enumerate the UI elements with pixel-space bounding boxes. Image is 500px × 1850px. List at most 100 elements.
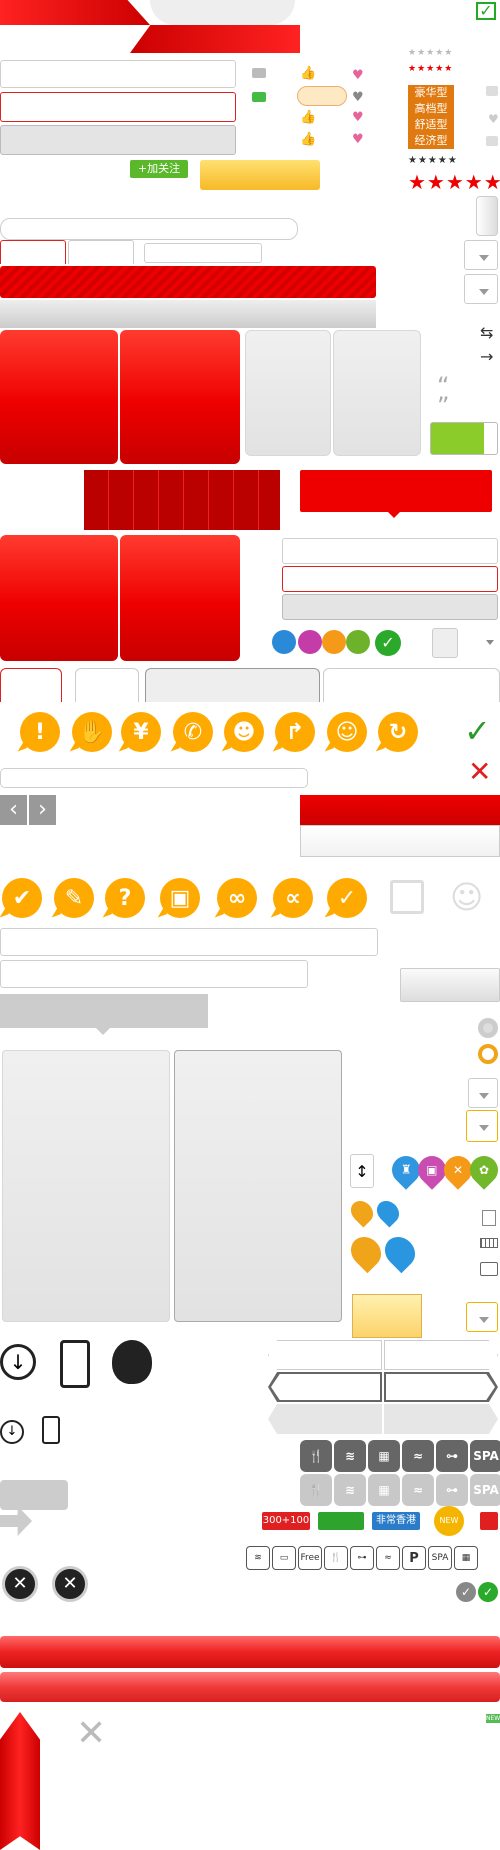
- heart-pink-icon-3[interactable]: ♥: [352, 132, 364, 147]
- download-icon-large[interactable]: ↓: [0, 1344, 36, 1380]
- thumb-up-orange-icon[interactable]: 👍: [300, 110, 316, 125]
- dropdown-4[interactable]: [466, 1110, 498, 1142]
- gray-panel-2[interactable]: [174, 1050, 342, 1322]
- check-green-icon[interactable]: ✓: [464, 712, 491, 750]
- arrow-right-gray-icon[interactable]: [0, 1506, 32, 1536]
- gift-icon[interactable]: [390, 880, 424, 914]
- checkbox-checked-icon[interactable]: ✓: [476, 2, 496, 20]
- wifi-icon[interactable]: ≋: [334, 1440, 366, 1472]
- ruler-icon[interactable]: [480, 1238, 498, 1248]
- comment-light-icon[interactable]: [486, 136, 498, 146]
- gym-outline-icon[interactable]: ⊶: [350, 1546, 374, 1570]
- heart-pink-icon[interactable]: ♥: [352, 68, 364, 83]
- red-tile-3[interactable]: [0, 535, 118, 661]
- text-input-error-2[interactable]: [282, 566, 498, 592]
- radio-gray[interactable]: [478, 1018, 498, 1038]
- meeting-icon[interactable]: ▦: [368, 1440, 400, 1472]
- arrow-right-icon[interactable]: →: [480, 347, 493, 366]
- gym-icon-light[interactable]: ⊶: [436, 1474, 468, 1506]
- hotel-type-economy[interactable]: 经济型: [408, 133, 454, 149]
- red-tile-1[interactable]: [0, 330, 118, 464]
- scrollbar-handle[interactable]: [476, 196, 498, 236]
- sort-button[interactable]: ↕: [350, 1154, 374, 1188]
- search-input-rounded[interactable]: [0, 218, 298, 240]
- spa-outline-icon[interactable]: SPA: [428, 1546, 452, 1570]
- check-orange-icon[interactable]: ✓: [327, 878, 367, 918]
- pin-orange-small[interactable]: [346, 1196, 378, 1228]
- dropdown-2[interactable]: [464, 274, 498, 304]
- phone-device-icon[interactable]: [60, 1340, 90, 1388]
- edit-icon[interactable]: ✎: [54, 878, 94, 918]
- text-input-4[interactable]: [0, 928, 378, 956]
- tab-white[interactable]: [75, 668, 139, 702]
- station-icon[interactable]: [272, 630, 296, 654]
- hex-tab-6[interactable]: [384, 1404, 498, 1434]
- hex-tab-1[interactable]: [268, 1340, 382, 1370]
- phone-icon[interactable]: ✆: [173, 712, 213, 752]
- unlink-icon[interactable]: ∝: [273, 878, 313, 918]
- wifi-icon-light[interactable]: ≋: [334, 1474, 366, 1506]
- sofa-icon[interactable]: ▣: [160, 878, 200, 918]
- tab-red-active[interactable]: [0, 668, 62, 702]
- tab-plain[interactable]: [323, 668, 500, 702]
- pin-flower[interactable]: ✿: [464, 1150, 500, 1190]
- text-input[interactable]: [0, 60, 236, 88]
- add-user-icon[interactable]: ☺: [450, 880, 494, 914]
- text-input-small[interactable]: [144, 243, 262, 263]
- pool-outline-icon[interactable]: ≈: [376, 1546, 400, 1570]
- download-icon-small[interactable]: ↓: [0, 1420, 24, 1444]
- dropdown-3[interactable]: [468, 1078, 498, 1108]
- parking-outline-icon[interactable]: P: [402, 1546, 426, 1570]
- pin-blue-small[interactable]: [372, 1196, 404, 1228]
- spa-icon-light[interactable]: SPA: [470, 1474, 500, 1506]
- pool-icon-light[interactable]: ≈: [402, 1474, 434, 1506]
- text-input-3[interactable]: [0, 768, 308, 788]
- hotel-type-comfort[interactable]: 舒适型: [408, 117, 454, 133]
- add-doc-icon[interactable]: [482, 1210, 496, 1226]
- pool-icon[interactable]: ≈: [402, 1440, 434, 1472]
- red-tile-2[interactable]: [120, 330, 240, 464]
- group-icon[interactable]: ☺: [327, 712, 367, 752]
- comment-green-icon[interactable]: [252, 92, 266, 102]
- check-circle-icon[interactable]: ✓: [375, 630, 401, 656]
- bear-icon[interactable]: ☻: [224, 712, 264, 752]
- comment-gray-icon[interactable]: [486, 86, 498, 96]
- hex-tab-2[interactable]: [384, 1340, 498, 1370]
- hex-tab-5[interactable]: [268, 1404, 382, 1434]
- gift-red-icon[interactable]: [480, 1512, 498, 1530]
- restaurant-outline-icon[interactable]: 🍴: [324, 1546, 348, 1570]
- tab-active[interactable]: [0, 240, 66, 264]
- cross-red-icon[interactable]: ✕: [468, 755, 491, 788]
- gray-tile-1[interactable]: [245, 330, 331, 456]
- handshake-icon[interactable]: ✋: [72, 712, 112, 752]
- check-green-circle-icon[interactable]: ✓: [478, 1582, 498, 1602]
- hotel-type-upscale[interactable]: 高档型: [408, 101, 454, 117]
- direction-icon[interactable]: ↱: [275, 712, 315, 752]
- hotel-type-luxury[interactable]: 豪华型: [408, 85, 454, 101]
- print-icon[interactable]: [480, 1262, 498, 1276]
- red-tile-4[interactable]: [120, 535, 240, 661]
- restaurant-icon[interactable]: 🍴: [300, 1440, 332, 1472]
- heart-gray-icon[interactable]: ♥: [352, 90, 364, 105]
- tab-inactive[interactable]: [68, 240, 134, 264]
- tab-gray[interactable]: [145, 668, 320, 702]
- pin-blue-large[interactable]: [378, 1230, 422, 1274]
- yellow-button[interactable]: [200, 160, 320, 190]
- pin-orange-large[interactable]: [344, 1230, 388, 1274]
- spa-icon[interactable]: SPA: [470, 1440, 500, 1472]
- check-gray-icon[interactable]: ✓: [456, 1582, 476, 1602]
- comment-icon[interactable]: [252, 68, 266, 78]
- text-input-5[interactable]: [0, 960, 308, 988]
- help-icon[interactable]: ?: [105, 878, 145, 918]
- heart-light-icon[interactable]: ♥: [488, 112, 499, 126]
- gray-tile-2[interactable]: [333, 330, 421, 456]
- gray-panel-1[interactable]: [2, 1050, 170, 1322]
- thumb-up-icon[interactable]: 👍: [300, 66, 316, 81]
- meeting-outline-icon[interactable]: ▦: [454, 1546, 478, 1570]
- next-button[interactable]: ›: [29, 795, 56, 825]
- train-icon[interactable]: [298, 630, 322, 654]
- close-button-2[interactable]: ✕: [52, 1566, 88, 1602]
- meeting-icon-light[interactable]: ▦: [368, 1474, 400, 1506]
- gym-icon[interactable]: ⊶: [436, 1440, 468, 1472]
- swap-arrows-icon[interactable]: ⇆: [480, 323, 493, 342]
